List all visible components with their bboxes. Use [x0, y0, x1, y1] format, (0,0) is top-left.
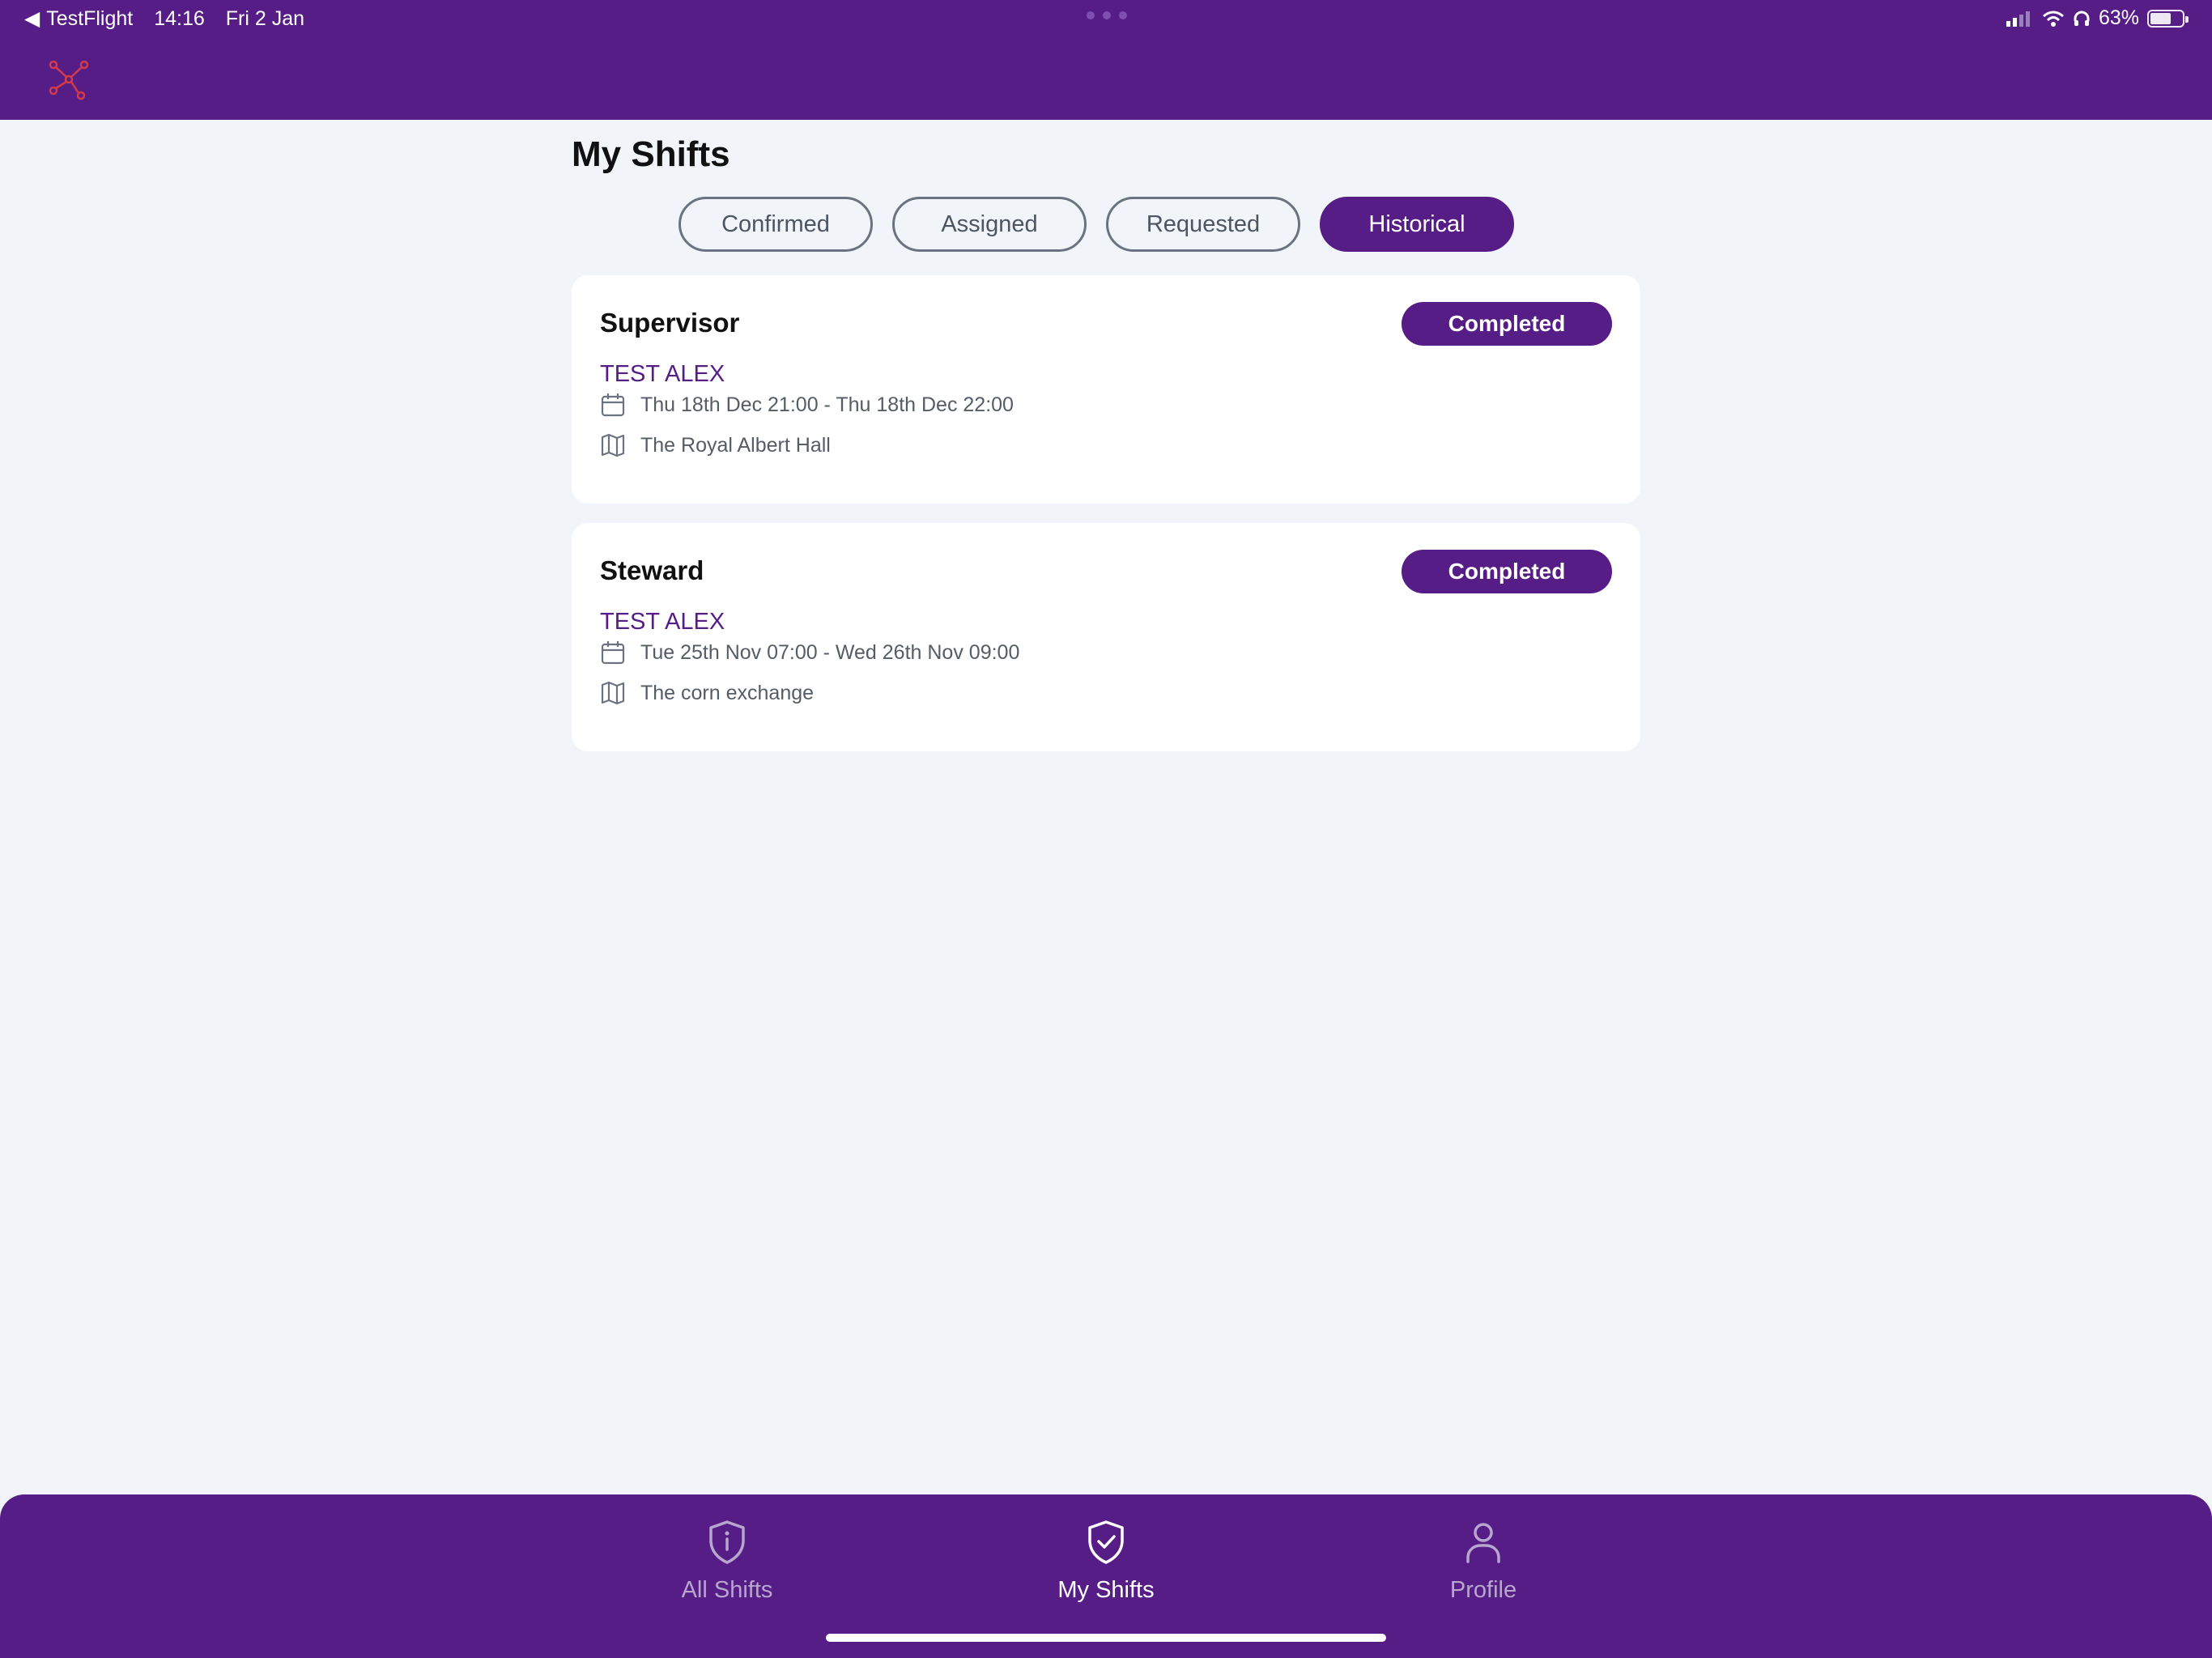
top-app-bar: ◀ TestFlight 14:16 Fri 2 Jan 63%: [0, 0, 2212, 120]
app-logo-icon[interactable]: [47, 58, 91, 102]
back-triangle-icon: ◀: [24, 7, 40, 30]
shift-location: The corn exchange: [640, 681, 815, 704]
nav-my-shifts[interactable]: My Shifts: [1001, 1519, 1211, 1604]
battery-percent: 63%: [2098, 6, 2139, 29]
shift-location: The Royal Albert Hall: [640, 433, 831, 457]
wifi-icon: [2042, 11, 2064, 27]
nav-all-shifts[interactable]: All Shifts: [622, 1519, 832, 1604]
shift-card[interactable]: Steward Completed TEST ALEX Tue 25th Nov…: [572, 523, 1640, 751]
battery-icon: [2147, 9, 2189, 28]
tab-historical[interactable]: Historical: [1320, 197, 1514, 252]
nav-label: All Shifts: [681, 1577, 773, 1603]
signal-icon: [2006, 11, 2030, 27]
nav-label: Profile: [1449, 1577, 1517, 1603]
back-to-app-link[interactable]: ◀ TestFlight: [24, 6, 133, 31]
headphones-icon: [2074, 11, 2090, 26]
shift-card[interactable]: Supervisor Completed TEST ALEX Thu 18th …: [572, 275, 1640, 504]
nav-label: My Shifts: [1057, 1577, 1155, 1603]
shift-datetime: Thu 18th Dec 21:00 - Thu 18th Dec 22:00: [640, 393, 1014, 416]
back-app-label: TestFlight: [46, 6, 134, 30]
shield-info-icon: [709, 1520, 745, 1564]
shift-datetime-row: Thu 18th Dec 21:00 - Thu 18th Dec 22:00: [600, 392, 1014, 418]
calendar-icon: [601, 393, 625, 417]
map-icon: [601, 433, 625, 457]
shift-role: Supervisor: [600, 308, 740, 338]
shift-location-row: The corn exchange: [600, 680, 814, 706]
page-title: My Shifts: [572, 134, 730, 174]
multitasking-dots-icon[interactable]: [1087, 11, 1127, 19]
home-indicator[interactable]: [826, 1634, 1386, 1642]
tab-confirmed[interactable]: Confirmed: [678, 197, 873, 252]
shift-filter-tabs: Confirmed Assigned Requested Historical: [678, 197, 1514, 252]
status-time: 14:16: [154, 6, 205, 30]
shield-check-icon: [1088, 1520, 1124, 1564]
shift-person: TEST ALEX: [600, 361, 725, 387]
status-date: Fri 2 Jan: [225, 6, 305, 30]
calendar-icon: [601, 641, 625, 665]
map-icon: [601, 681, 625, 705]
shift-person: TEST ALEX: [600, 609, 725, 635]
tab-requested[interactable]: Requested: [1106, 197, 1300, 252]
shift-datetime: Tue 25th Nov 07:00 - Wed 26th Nov 09:00: [640, 640, 1020, 664]
shift-location-row: The Royal Albert Hall: [600, 432, 831, 458]
nav-profile[interactable]: Profile: [1378, 1519, 1589, 1604]
person-icon: [1466, 1523, 1500, 1563]
status-badge: Completed: [1402, 302, 1612, 346]
shift-datetime-row: Tue 25th Nov 07:00 - Wed 26th Nov 09:00: [600, 640, 1019, 665]
tab-assigned[interactable]: Assigned: [892, 197, 1087, 252]
status-bar: ◀ TestFlight 14:16 Fri 2 Jan 63%: [0, 6, 2212, 32]
shift-role: Steward: [600, 555, 704, 585]
status-badge: Completed: [1402, 550, 1612, 593]
